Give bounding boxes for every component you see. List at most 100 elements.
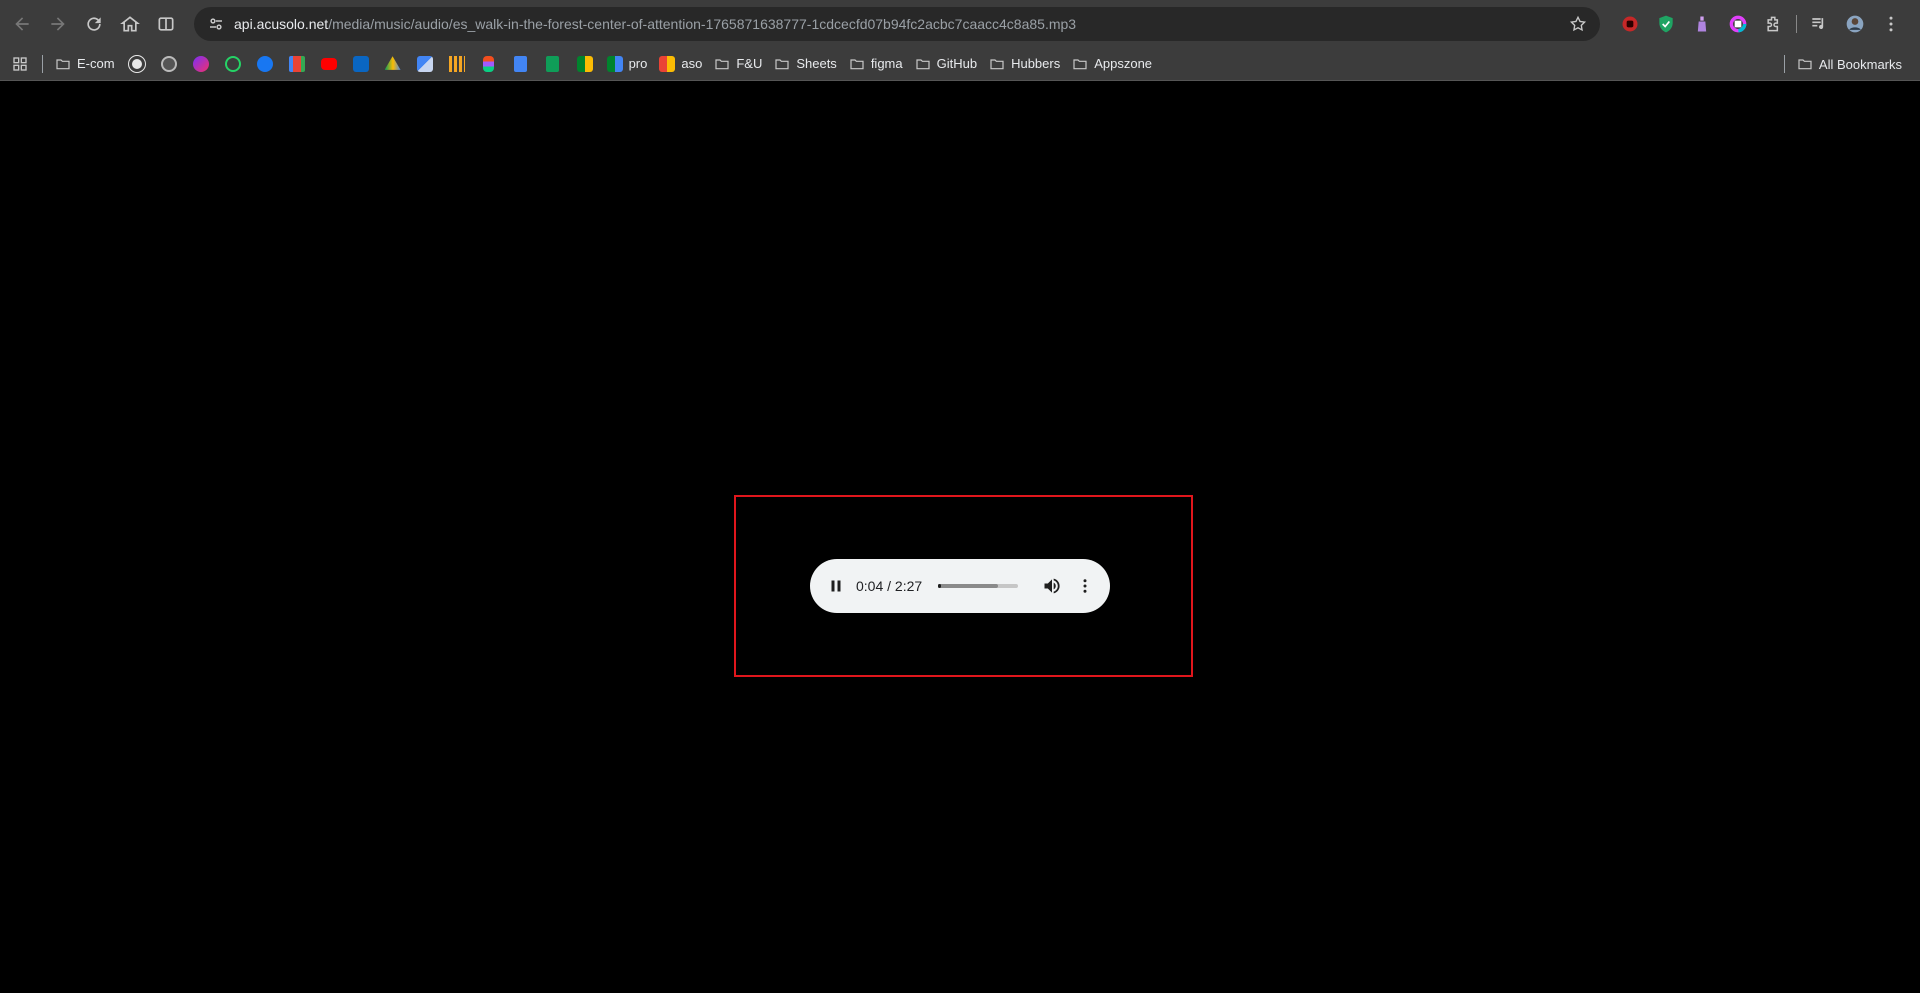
bookmark-gmail[interactable]	[281, 50, 313, 78]
bookmark-label: Sheets	[796, 56, 837, 71]
reload-button[interactable]	[76, 6, 112, 42]
more-vert-icon	[1083, 579, 1087, 593]
linkedin-icon	[352, 55, 369, 72]
facebook-icon	[256, 55, 273, 72]
browser-toolbar: api.acusolo.net/media/music/audio/es_wal…	[0, 0, 1920, 47]
bookmark-folder-figma[interactable]: figma	[843, 50, 909, 78]
folder-icon	[775, 58, 789, 69]
bookmark-site-analytics[interactable]	[441, 50, 473, 78]
extensions-area	[1612, 6, 1909, 42]
folder-icon	[850, 58, 864, 69]
bookmark-site-2[interactable]	[153, 50, 185, 78]
star-icon	[1569, 15, 1587, 32]
bookmark-label: pro	[628, 56, 648, 71]
bookmark-aso[interactable]: aso	[653, 50, 708, 78]
bookmark-label: GitHub	[936, 56, 978, 71]
site-info-button[interactable]	[198, 7, 234, 41]
bookmark-label: aso	[681, 56, 703, 71]
youtube-icon	[320, 57, 337, 70]
bookmark-label: Appszone	[1094, 56, 1153, 71]
buffered-bar	[938, 584, 999, 588]
bookmark-sheets[interactable]	[537, 50, 569, 78]
url-host: api.acusolo.net	[234, 16, 329, 32]
folder-icon	[1073, 58, 1087, 69]
folder-icon	[715, 58, 729, 69]
puzzle-icon	[1767, 16, 1779, 32]
bottle-icon	[1697, 16, 1707, 32]
bookmark-folder-fu[interactable]: F&U	[708, 50, 768, 78]
bookmark-whatsapp[interactable]	[217, 50, 249, 78]
bookmark-folder-sheets[interactable]: Sheets	[768, 50, 842, 78]
media-controls-button[interactable]	[1801, 6, 1837, 42]
bookmark-figma[interactable]	[473, 50, 505, 78]
extensions-menu-button[interactable]	[1756, 6, 1792, 42]
bookmark-chatgpt[interactable]	[121, 50, 153, 78]
translate-icon	[416, 55, 433, 72]
split-view-icon	[158, 16, 174, 31]
url-path: /media/music/audio/es_walk-in-the-forest…	[328, 16, 1077, 32]
home-icon	[120, 15, 140, 31]
bookmarks-separator	[42, 54, 43, 73]
queue-music-icon	[1812, 18, 1824, 30]
pause-button[interactable]	[821, 571, 851, 601]
bookmark-translate[interactable]	[409, 50, 441, 78]
extension-shield[interactable]	[1648, 6, 1684, 42]
bookmark-folder-ecom[interactable]: E-com	[49, 50, 121, 78]
gray-circle-icon	[160, 55, 177, 72]
volume-up-icon	[1044, 578, 1060, 594]
mute-button[interactable]	[1037, 571, 1067, 601]
bookmark-label: F&U	[736, 56, 763, 71]
color-ring-icon	[1729, 15, 1747, 33]
profile-button[interactable]	[1837, 6, 1873, 42]
folder-icon	[56, 58, 70, 69]
bars-icon	[448, 55, 465, 72]
back-button[interactable]	[4, 6, 40, 42]
address-bar[interactable]: api.acusolo.net/media/music/audio/es_wal…	[194, 7, 1600, 41]
home-button[interactable]	[112, 6, 148, 42]
bookmarks-separator	[1783, 55, 1785, 73]
audio-player: 0:04 / 2:27	[810, 559, 1110, 613]
reload-icon	[87, 16, 101, 31]
extension-red[interactable]	[1612, 6, 1648, 42]
meet-icon	[606, 55, 623, 72]
red-extension-icon	[1622, 16, 1638, 32]
bookmark-meet[interactable]	[569, 50, 601, 78]
bookmark-facebook[interactable]	[249, 50, 281, 78]
apps-button[interactable]	[4, 50, 36, 78]
bookmarks-bar: E-com pro aso F&U Sheets figma GitHub Hu…	[0, 47, 1920, 81]
bookmark-label: figma	[870, 56, 903, 71]
meet-icon	[576, 55, 593, 72]
played-bar	[938, 584, 941, 588]
side-panel-button[interactable]	[148, 6, 184, 42]
apps-grid-icon	[13, 56, 27, 71]
all-bookmarks-button[interactable]: All Bookmarks	[1791, 50, 1908, 78]
seek-slider[interactable]	[938, 584, 1019, 588]
extension-color-ring[interactable]	[1720, 6, 1756, 42]
bookmark-youtube[interactable]	[313, 50, 345, 78]
sheets-icon	[546, 55, 560, 72]
playback-time: 0:04 / 2:27	[856, 578, 923, 594]
bookmark-label: Hubbers	[1011, 56, 1061, 71]
pause-icon	[831, 580, 841, 592]
messenger-icon	[192, 55, 209, 72]
meet-icon	[659, 55, 676, 72]
bookmark-linkedin[interactable]	[345, 50, 377, 78]
arrow-left-icon	[15, 16, 29, 31]
folder-icon	[916, 58, 930, 69]
bookmark-drive[interactable]	[377, 50, 409, 78]
bookmark-folder-github[interactable]: GitHub	[909, 50, 983, 78]
bookmark-pro[interactable]: pro	[601, 50, 654, 78]
bookmark-star-button[interactable]	[1566, 12, 1590, 36]
extension-potion[interactable]	[1684, 6, 1720, 42]
browser-menu-button[interactable]	[1873, 6, 1909, 42]
bookmark-messenger[interactable]	[185, 50, 217, 78]
bookmark-label: E-com	[77, 56, 115, 71]
bookmark-folder-appszone[interactable]: Appszone	[1066, 50, 1158, 78]
player-options-button[interactable]	[1073, 571, 1097, 601]
bookmark-docs[interactable]	[505, 50, 537, 78]
docs-icon	[514, 55, 528, 72]
folder-icon	[990, 58, 1004, 69]
bookmark-folder-hubbers[interactable]: Hubbers	[983, 50, 1066, 78]
all-bookmarks-label: All Bookmarks	[1818, 56, 1902, 72]
forward-button[interactable]	[40, 6, 76, 42]
